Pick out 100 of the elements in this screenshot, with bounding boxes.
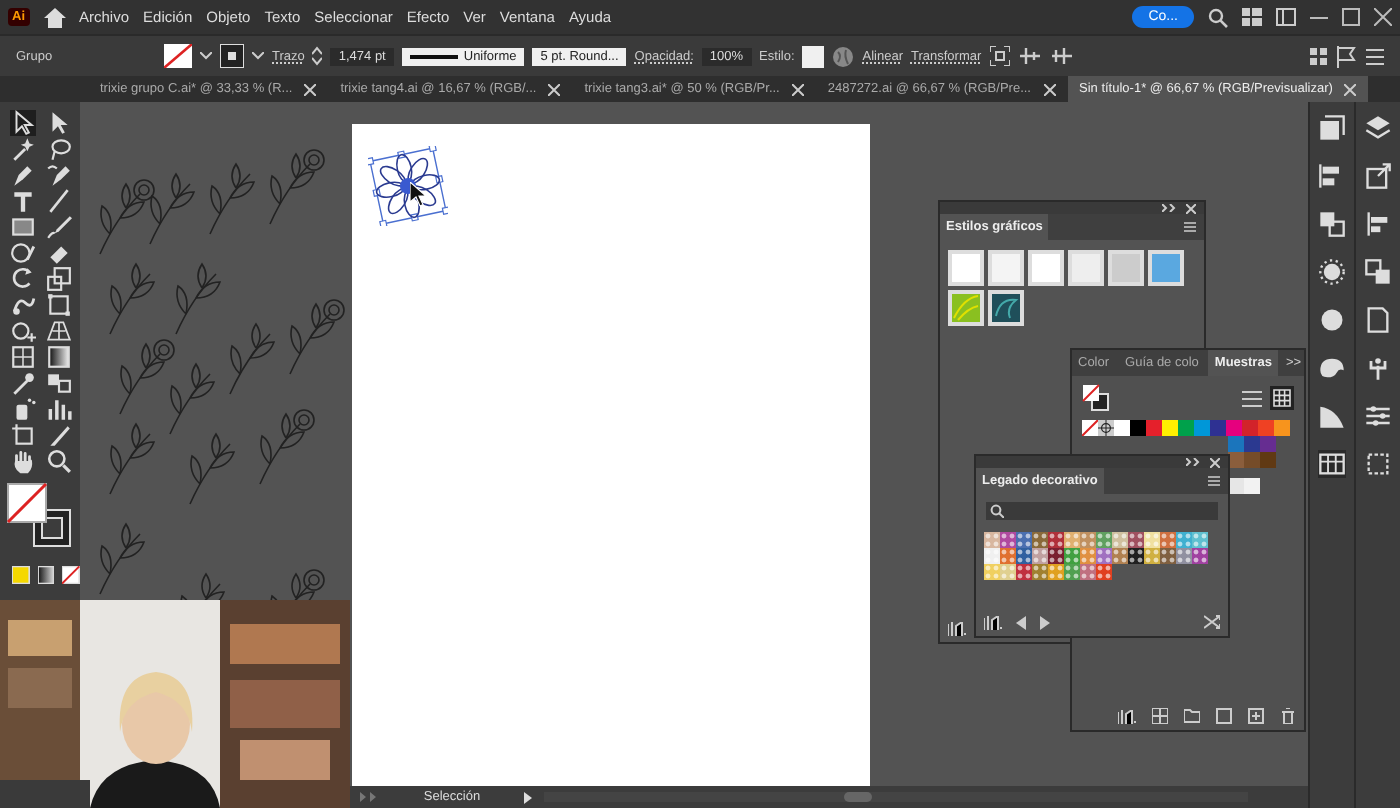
maximize-icon[interactable] bbox=[1342, 8, 1360, 26]
list-menu-icon[interactable] bbox=[1366, 47, 1384, 65]
export-icon[interactable] bbox=[1364, 162, 1392, 190]
hand-icon[interactable] bbox=[10, 448, 36, 474]
brush-icon[interactable] bbox=[46, 214, 72, 240]
graphic-style-swatch[interactable] bbox=[1148, 250, 1184, 286]
pattern-swatch[interactable] bbox=[1096, 548, 1112, 564]
pattern-swatch[interactable] bbox=[1000, 548, 1016, 564]
previous-icon[interactable] bbox=[1016, 615, 1026, 629]
graphic-style-swatch[interactable] bbox=[1028, 250, 1064, 286]
graphic-style-swatch[interactable] bbox=[1108, 250, 1144, 286]
free-transform-icon[interactable] bbox=[46, 292, 72, 318]
next-icon[interactable] bbox=[1040, 615, 1050, 629]
workspace-icon[interactable] bbox=[1242, 8, 1262, 26]
pattern-swatch[interactable] bbox=[1128, 548, 1144, 564]
color-swatch[interactable] bbox=[1146, 420, 1162, 436]
graphic-style-swatch[interactable] bbox=[1068, 250, 1104, 286]
close-icon[interactable] bbox=[1210, 457, 1220, 467]
arrange-icon[interactable] bbox=[1049, 46, 1074, 66]
pattern-swatch[interactable] bbox=[1064, 564, 1080, 580]
color-swatch[interactable] bbox=[1114, 420, 1130, 436]
transform-icon[interactable] bbox=[1364, 450, 1392, 478]
shape-builder-icon[interactable] bbox=[10, 318, 36, 344]
slice-icon[interactable] bbox=[46, 422, 72, 448]
selected-flower-drawing[interactable] bbox=[368, 146, 448, 226]
none-swatch[interactable] bbox=[1082, 420, 1098, 436]
rectangle-icon[interactable] bbox=[10, 214, 36, 240]
color-swatch[interactable] bbox=[1244, 478, 1260, 494]
line-icon[interactable] bbox=[46, 188, 72, 214]
pattern-swatch[interactable] bbox=[1016, 548, 1032, 564]
warp-icon[interactable] bbox=[10, 292, 36, 318]
pattern-swatch[interactable] bbox=[1112, 548, 1128, 564]
layers-icon[interactable] bbox=[1364, 114, 1392, 142]
sliders-icon[interactable] bbox=[1364, 402, 1392, 430]
shuffle-icon[interactable] bbox=[1204, 614, 1220, 630]
circle-icon[interactable] bbox=[1318, 306, 1346, 334]
new-swatch-icon[interactable] bbox=[1248, 708, 1264, 724]
library-icon[interactable] bbox=[948, 622, 966, 636]
pattern-swatch[interactable] bbox=[1176, 532, 1192, 548]
color-swatch[interactable] bbox=[1194, 420, 1210, 436]
artboard-nav-icon[interactable] bbox=[360, 792, 380, 802]
pattern-swatch[interactable] bbox=[1080, 532, 1096, 548]
pattern-swatch[interactable] bbox=[1016, 532, 1032, 548]
overlap-icon[interactable] bbox=[1318, 210, 1346, 238]
home-icon[interactable] bbox=[43, 7, 65, 27]
lasso-icon[interactable] bbox=[46, 136, 72, 162]
perspective-grid-icon[interactable] bbox=[46, 318, 72, 344]
menu-icon[interactable] bbox=[1184, 222, 1196, 232]
pen-icon[interactable] bbox=[10, 162, 36, 188]
pattern-swatch[interactable] bbox=[1192, 532, 1208, 548]
pattern-swatch[interactable] bbox=[1048, 532, 1064, 548]
gradient-mode-icon[interactable] bbox=[37, 566, 55, 584]
pattern-swatch[interactable] bbox=[1160, 532, 1176, 548]
pattern-swatch[interactable] bbox=[1064, 532, 1080, 548]
graph-icon[interactable] bbox=[46, 396, 72, 422]
none-mode-icon[interactable] bbox=[62, 566, 81, 584]
crop-frame-icon[interactable] bbox=[989, 46, 1010, 66]
pattern-swatch[interactable] bbox=[1128, 532, 1144, 548]
graphic-style-swatch[interactable] bbox=[948, 250, 984, 286]
pattern-swatch[interactable] bbox=[1000, 564, 1016, 580]
chevron-icon[interactable] bbox=[252, 52, 264, 60]
menu-icon[interactable] bbox=[1208, 476, 1220, 486]
align-icon[interactable] bbox=[1364, 210, 1392, 238]
fill-none-swatch-icon[interactable] bbox=[164, 44, 192, 68]
folder-icon[interactable] bbox=[1184, 708, 1200, 724]
blend-icon[interactable] bbox=[46, 370, 72, 396]
trash-icon[interactable] bbox=[1280, 708, 1296, 724]
pattern-swatch[interactable] bbox=[1080, 548, 1096, 564]
magic-wand-icon[interactable] bbox=[10, 136, 36, 162]
collapse-icon[interactable] bbox=[1186, 458, 1202, 466]
fill-stroke-icon[interactable] bbox=[6, 482, 74, 550]
rotate-icon[interactable] bbox=[10, 266, 36, 292]
graphic-style-swatch[interactable] bbox=[988, 250, 1024, 286]
stroke-swatch-icon[interactable] bbox=[220, 44, 244, 68]
pattern-swatch[interactable] bbox=[1096, 564, 1112, 580]
panel-layout-icon[interactable] bbox=[1276, 8, 1296, 26]
list-view-icon[interactable] bbox=[1242, 389, 1262, 407]
color-swatch[interactable] bbox=[1260, 436, 1276, 452]
color-swatch[interactable] bbox=[1260, 452, 1276, 468]
grid-view-icon[interactable] bbox=[1270, 386, 1294, 410]
pattern-swatch[interactable] bbox=[1080, 564, 1096, 580]
pattern-swatch[interactable] bbox=[1144, 548, 1160, 564]
color-swatch[interactable] bbox=[1244, 436, 1260, 452]
color-mode-icon[interactable] bbox=[12, 566, 30, 584]
pattern-swatch[interactable] bbox=[1048, 564, 1064, 580]
color-swatch[interactable] bbox=[1130, 420, 1146, 436]
close-icon[interactable] bbox=[548, 83, 561, 95]
graphic-style-swatch[interactable] bbox=[988, 290, 1024, 326]
style-swatch[interactable] bbox=[802, 45, 825, 67]
curvature-icon[interactable] bbox=[46, 162, 72, 188]
stack-icon[interactable] bbox=[1318, 114, 1346, 142]
pattern-swatch[interactable] bbox=[1096, 532, 1112, 548]
color-swatch[interactable] bbox=[1226, 420, 1242, 436]
pattern-swatch[interactable] bbox=[1112, 532, 1128, 548]
options-icon[interactable] bbox=[1216, 708, 1232, 724]
shaper-icon[interactable] bbox=[10, 240, 36, 266]
pattern-swatch[interactable] bbox=[1032, 532, 1048, 548]
registration-swatch[interactable] bbox=[1098, 420, 1114, 436]
color-swatch[interactable] bbox=[1210, 420, 1226, 436]
document-icon[interactable] bbox=[1364, 306, 1392, 334]
